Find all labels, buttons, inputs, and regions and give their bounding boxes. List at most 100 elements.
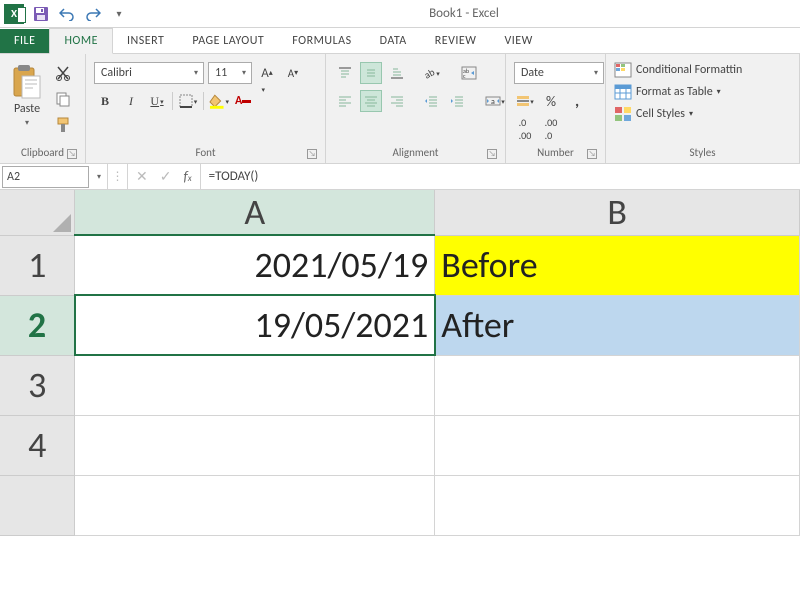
title-bar: X ▾ Book1 - Excel — [0, 0, 800, 28]
svg-text:ab: ab — [422, 66, 436, 80]
wrap-text-icon[interactable]: abc — [458, 62, 480, 84]
align-bottom-icon[interactable] — [386, 62, 408, 84]
underline-button[interactable]: U▾ — [146, 90, 168, 112]
tab-data[interactable]: DATA — [366, 29, 421, 53]
format-as-table-button[interactable]: Format as Table▾ — [614, 84, 742, 100]
svg-text:a: a — [491, 97, 495, 107]
ribbon: Paste ▾ Clipboard↘ Calibri▾ 11▾ A▴ A▾ B … — [0, 54, 800, 164]
group-number: Date▾ ▾ % , .0.00 .00.0 Number↘ — [506, 54, 606, 163]
increase-decimal-icon[interactable]: .0.00 — [514, 118, 536, 140]
cut-icon[interactable] — [52, 62, 74, 84]
cell-styles-label: Cell Styles — [636, 107, 685, 121]
align-center-icon[interactable] — [360, 90, 382, 112]
tab-page-layout[interactable]: PAGE LAYOUT — [178, 29, 278, 53]
accounting-format-icon[interactable]: ▾ — [514, 90, 536, 112]
clipboard-dialog-icon[interactable]: ↘ — [67, 149, 77, 159]
undo-icon[interactable] — [58, 5, 76, 23]
cell-b5[interactable] — [435, 475, 800, 535]
font-size-value: 11 — [215, 66, 227, 80]
tab-insert[interactable]: INSERT — [113, 29, 178, 53]
borders-icon[interactable]: ▾ — [177, 90, 199, 112]
formula-input[interactable]: =TODAY() — [201, 164, 800, 189]
cell-a5[interactable] — [75, 475, 435, 535]
conditional-formatting-button[interactable]: Conditional Formattin — [614, 62, 742, 78]
row-header-4[interactable]: 4 — [0, 415, 75, 475]
group-font: Calibri▾ 11 ▾ A▴ A▾ B I U▾ ▾ ▾ A▾ Font ↘ — [86, 54, 326, 163]
align-middle-icon[interactable] — [360, 62, 382, 84]
font-color-icon[interactable]: A▾ — [234, 90, 256, 112]
alignment-dialog-icon[interactable]: ↘ — [487, 149, 497, 159]
qat-customize-icon[interactable]: ▾ — [110, 5, 128, 23]
chevron-down-icon[interactable]: ▾ — [91, 172, 107, 182]
format-painter-icon[interactable] — [52, 114, 74, 136]
tab-review[interactable]: REVIEW — [421, 29, 491, 53]
font-dialog-icon[interactable]: ↘ — [307, 149, 317, 159]
tab-formulas[interactable]: FORMULAS — [278, 29, 365, 53]
redo-icon[interactable] — [84, 5, 102, 23]
chevron-down-icon: ▾ — [591, 68, 601, 78]
align-left-icon[interactable] — [334, 90, 356, 112]
row-header-2[interactable]: 2 — [0, 295, 75, 355]
font-name-value: Calibri — [101, 66, 132, 80]
format-as-table-label: Format as Table — [636, 85, 713, 99]
paste-dropdown-icon[interactable]: ▾ — [25, 118, 29, 128]
cell-b1[interactable]: Before — [435, 235, 800, 295]
name-box-value: A2 — [7, 170, 20, 184]
group-styles: Conditional Formattin Format as Table▾ C… — [606, 54, 800, 163]
font-size-combo[interactable]: 11 ▾ — [208, 62, 252, 84]
formula-bar: A2 ▾ ⋮ ✕ ✓ fx =TODAY() — [0, 164, 800, 190]
tab-view[interactable]: VIEW — [490, 29, 546, 53]
row-header-3[interactable]: 3 — [0, 355, 75, 415]
cell-a2[interactable]: 19/05/2021 — [75, 295, 435, 355]
increase-indent-icon[interactable] — [446, 90, 468, 112]
name-box[interactable]: A2 ▾ — [0, 164, 108, 189]
excel-logo-icon: X — [4, 4, 24, 24]
cell-b3[interactable] — [435, 355, 800, 415]
increase-font-icon[interactable]: A▴ — [256, 62, 278, 84]
cell-b4[interactable] — [435, 415, 800, 475]
font-group-label: Font — [195, 146, 215, 159]
name-box-resize-icon[interactable]: ⋮ — [108, 164, 128, 189]
number-format-value: Date — [521, 66, 544, 80]
spreadsheet-grid[interactable]: A B 1 2021/05/19 Before 2 19/05/2021 Aft… — [0, 190, 800, 536]
bold-button[interactable]: B — [94, 90, 116, 112]
row-header-5[interactable] — [0, 475, 75, 535]
cell-styles-button[interactable]: Cell Styles▾ — [614, 106, 742, 122]
column-header-b[interactable]: B — [435, 190, 800, 235]
percent-format-icon[interactable]: % — [540, 90, 562, 112]
copy-icon[interactable] — [52, 88, 74, 110]
decrease-indent-icon[interactable] — [420, 90, 442, 112]
column-header-a[interactable]: A — [75, 190, 435, 235]
paste-button[interactable]: Paste ▾ — [8, 62, 46, 130]
align-top-icon[interactable] — [334, 62, 356, 84]
merge-center-icon[interactable]: a▾ — [484, 90, 506, 112]
cell-b2[interactable]: After — [435, 295, 800, 355]
cell-a3[interactable] — [75, 355, 435, 415]
comma-format-icon[interactable]: , — [566, 90, 588, 112]
italic-button[interactable]: I — [120, 90, 142, 112]
alignment-group-label: Alignment — [393, 146, 439, 159]
orientation-icon[interactable]: ab▾ — [420, 62, 442, 84]
enter-formula-icon[interactable]: ✓ — [160, 168, 172, 185]
insert-function-icon[interactable]: fx — [183, 168, 191, 185]
select-all-corner[interactable] — [0, 190, 75, 235]
tab-file[interactable]: FILE — [0, 29, 49, 53]
clipboard-group-label: Clipboard — [21, 146, 64, 159]
align-right-icon[interactable] — [386, 90, 408, 112]
group-alignment: ab▾ abc a▾ Alignment ↘ — [326, 54, 506, 163]
fill-color-icon[interactable]: ▾ — [208, 90, 230, 112]
ribbon-tabs: FILE HOME INSERT PAGE LAYOUT FORMULAS DA… — [0, 28, 800, 54]
save-icon[interactable] — [32, 5, 50, 23]
font-name-combo[interactable]: Calibri▾ — [94, 62, 204, 84]
number-dialog-icon[interactable]: ↘ — [587, 149, 597, 159]
decrease-font-icon[interactable]: A▾ — [282, 62, 304, 84]
chevron-down-icon: ▾ — [239, 68, 249, 78]
decrease-decimal-icon[interactable]: .00.0 — [540, 118, 562, 140]
cell-a1[interactable]: 2021/05/19 — [75, 235, 435, 295]
number-format-combo[interactable]: Date ▾ — [514, 62, 604, 84]
cancel-formula-icon[interactable]: ✕ — [136, 168, 148, 185]
group-clipboard: Paste ▾ Clipboard↘ — [0, 54, 86, 163]
cell-a4[interactable] — [75, 415, 435, 475]
row-header-1[interactable]: 1 — [0, 235, 75, 295]
tab-home[interactable]: HOME — [49, 28, 113, 54]
